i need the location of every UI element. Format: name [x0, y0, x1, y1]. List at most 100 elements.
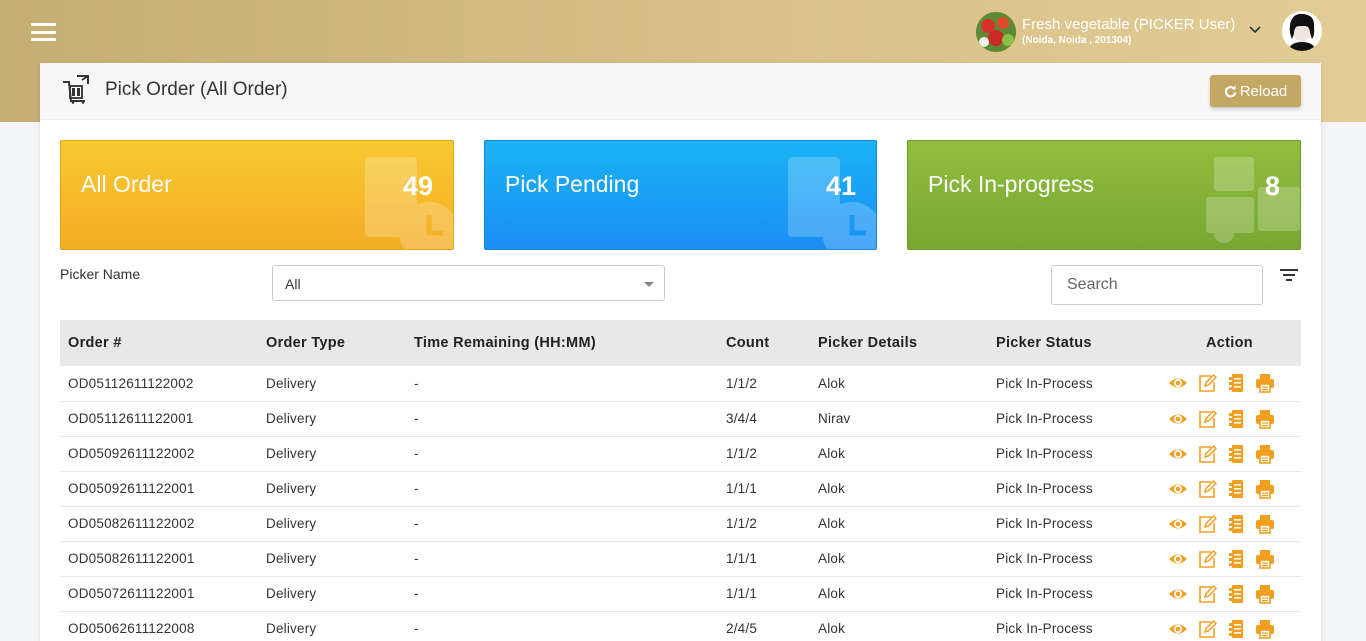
all-order-card[interactable]: All Order 49	[60, 140, 454, 250]
page-title: Pick Order (All Order)	[105, 79, 288, 100]
print-icon[interactable]	[1255, 373, 1275, 394]
time-remaining-cell: -	[406, 436, 718, 472]
pick-pending-label: Pick Pending	[505, 171, 640, 197]
search-input[interactable]	[1051, 265, 1263, 305]
table-row[interactable]: OD05112611122001 Delivery -3/4/4 Nirav Pick …	[60, 401, 1301, 437]
edit-icon[interactable]	[1197, 619, 1218, 639]
column-header-order[interactable]: Order #	[60, 320, 258, 366]
edit-icon[interactable]	[1197, 373, 1218, 393]
edit-icon[interactable]	[1197, 584, 1218, 604]
order-type-cell: Delivery	[258, 436, 406, 472]
edit-icon[interactable]	[1197, 514, 1218, 534]
document-icon[interactable]	[1226, 584, 1246, 604]
time-remaining-cell: -	[406, 541, 718, 577]
reload-button[interactable]: Reload	[1210, 75, 1301, 107]
count-cell: 2/4/5	[718, 611, 810, 641]
action-cell	[1158, 576, 1301, 612]
pick-pending-count: 41	[825, 171, 856, 201]
eye-icon[interactable]	[1168, 619, 1188, 639]
time-remaining-cell: -	[406, 401, 718, 437]
column-header-count[interactable]: Count	[718, 320, 810, 366]
eye-icon[interactable]	[1168, 373, 1188, 393]
picker-status-cell: Pick In-Process	[988, 506, 1158, 542]
action-cell	[1158, 436, 1301, 472]
column-header-picker-status[interactable]: Picker Status	[988, 320, 1158, 366]
picker-cart-icon	[63, 75, 89, 104]
pick-in-progress-label: Pick In-progress	[928, 171, 1095, 197]
panel-header: Pick Order (All Order) Reload	[40, 63, 1321, 120]
eye-icon[interactable]	[1168, 409, 1188, 429]
document-icon[interactable]	[1226, 479, 1246, 499]
picker-details-cell: Alok	[810, 506, 988, 542]
order-type-cell: Delivery	[258, 506, 406, 542]
order-type-cell: Delivery	[258, 366, 406, 402]
count-cell: 1/1/2	[718, 506, 810, 542]
edit-icon[interactable]	[1197, 409, 1218, 429]
pick-pending-card[interactable]: Pick Pending 41	[484, 140, 877, 250]
document-icon[interactable]	[1226, 619, 1246, 639]
action-cell	[1158, 471, 1301, 507]
filter-icon[interactable]	[1280, 268, 1298, 282]
eye-icon[interactable]	[1168, 584, 1188, 604]
picker-name-label: Picker Name	[60, 266, 141, 282]
picker-details-cell: Alok	[810, 576, 988, 612]
document-icon[interactable]	[1226, 549, 1246, 569]
action-cell	[1158, 366, 1301, 402]
print-icon[interactable]	[1255, 514, 1275, 534]
picker-name-select[interactable]: All	[272, 265, 665, 301]
picker-status-cell: Pick In-Process	[988, 541, 1158, 577]
count-cell: 1/1/2	[718, 436, 810, 472]
orders-table: Order # Order Type Time Remaining (HH:MM…	[60, 320, 1301, 641]
edit-icon[interactable]	[1197, 444, 1218, 464]
time-remaining-cell: -	[406, 576, 718, 612]
count-cell: 1/1/1	[718, 541, 810, 577]
print-icon[interactable]	[1255, 619, 1275, 639]
print-icon[interactable]	[1255, 444, 1275, 464]
eye-icon[interactable]	[1168, 549, 1188, 569]
eye-icon[interactable]	[1168, 479, 1188, 499]
table-row[interactable]: OD05062611122008 Delivery -2/4/5 Alok Pick I…	[60, 611, 1301, 641]
eye-icon[interactable]	[1168, 514, 1188, 534]
store-address: (Noida, Noida , 201304)	[1022, 35, 1132, 46]
count-cell: 3/4/4	[718, 401, 810, 437]
column-header-time-remaining[interactable]: Time Remaining (HH:MM)	[406, 320, 718, 366]
table-row[interactable]: OD05092611122001 Delivery -1/1/1 Alok Pick I…	[60, 471, 1301, 507]
order-number-cell: OD05082611122001	[60, 541, 258, 577]
edit-icon[interactable]	[1197, 549, 1218, 569]
picker-details-cell: Alok	[810, 436, 988, 472]
picker-name-value: All	[285, 276, 301, 292]
document-icon[interactable]	[1226, 514, 1246, 534]
pick-in-progress-card[interactable]: Pick In-progress 8	[907, 140, 1301, 250]
print-icon[interactable]	[1255, 479, 1275, 499]
hamburger-icon[interactable]	[31, 23, 56, 41]
order-type-cell: Delivery	[258, 471, 406, 507]
document-icon[interactable]	[1226, 444, 1246, 464]
table-row[interactable]: OD05082611122002 Delivery -1/1/2 Alok Pick I…	[60, 506, 1301, 542]
print-icon[interactable]	[1255, 549, 1275, 569]
document-icon[interactable]	[1226, 409, 1246, 429]
order-number-cell: OD05112611122001	[60, 401, 258, 437]
time-remaining-cell: -	[406, 471, 718, 507]
print-icon[interactable]	[1255, 584, 1275, 604]
table-row[interactable]: OD05092611122002 Delivery -1/1/2 Alok Pick I…	[60, 436, 1301, 472]
column-header-order-type[interactable]: Order Type	[258, 320, 406, 366]
time-remaining-cell: -	[406, 506, 718, 542]
eye-icon[interactable]	[1168, 444, 1188, 464]
print-icon[interactable]	[1255, 409, 1275, 429]
refresh-icon	[1224, 84, 1236, 97]
store-name: Fresh vegetable (PICKER User)	[1022, 16, 1236, 33]
document-icon[interactable]	[1226, 373, 1246, 393]
table-row[interactable]: OD05072611122001 Delivery -1/1/1 Alok Pick I…	[60, 576, 1301, 612]
count-cell: 1/1/1	[718, 576, 810, 612]
order-number-cell: OD05112611122002	[60, 366, 258, 402]
action-cell	[1158, 401, 1301, 437]
table-row[interactable]: OD05112611122002 Delivery -1/1/2 Alok Pick I…	[60, 366, 1301, 402]
edit-icon[interactable]	[1197, 479, 1218, 499]
user-avatar[interactable]	[1282, 11, 1322, 51]
order-number-cell: OD05092611122001	[60, 471, 258, 507]
table-row[interactable]: OD05082611122001 Delivery -1/1/1 Alok Pick I…	[60, 541, 1301, 577]
column-header-picker-details[interactable]: Picker Details	[810, 320, 988, 366]
chevron-down-icon[interactable]	[1248, 23, 1262, 37]
store-switcher[interactable]: Fresh vegetable (PICKER User) (Noida, No…	[976, 12, 1235, 52]
picker-status-cell: Pick In-Process	[988, 471, 1158, 507]
